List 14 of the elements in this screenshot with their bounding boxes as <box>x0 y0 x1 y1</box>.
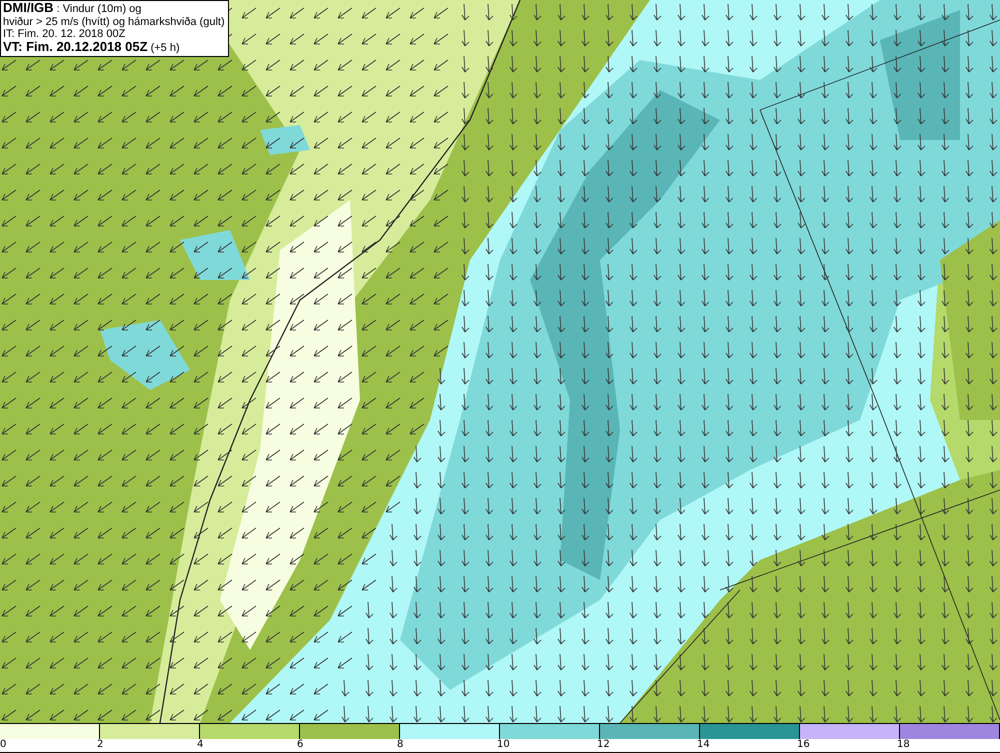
legend-label: 18 <box>897 739 910 751</box>
title-line: IT: Fim. 20. 12. 2018 00Z <box>3 28 126 40</box>
title-line: DMI/IGB : Vindur (10m) og <box>3 2 142 16</box>
legend-label: 2 <box>97 739 104 751</box>
legend-label: 14 <box>697 739 710 751</box>
legend-label: 4 <box>197 739 204 751</box>
legend-label: 0 <box>0 739 6 751</box>
legend-label: 10 <box>497 739 510 751</box>
title-line: hviður > 25 m/s (hvítt) og hámarkshviða (gult) <box>3 16 225 28</box>
legend-label: 12 <box>597 739 610 751</box>
legend-label: 8 <box>397 739 404 751</box>
title-line: VT: Fim. 20.12.2018 05Z (+5 h) <box>3 40 181 54</box>
legend-label: 6 <box>297 739 304 751</box>
legend-label: 16 <box>797 739 810 751</box>
